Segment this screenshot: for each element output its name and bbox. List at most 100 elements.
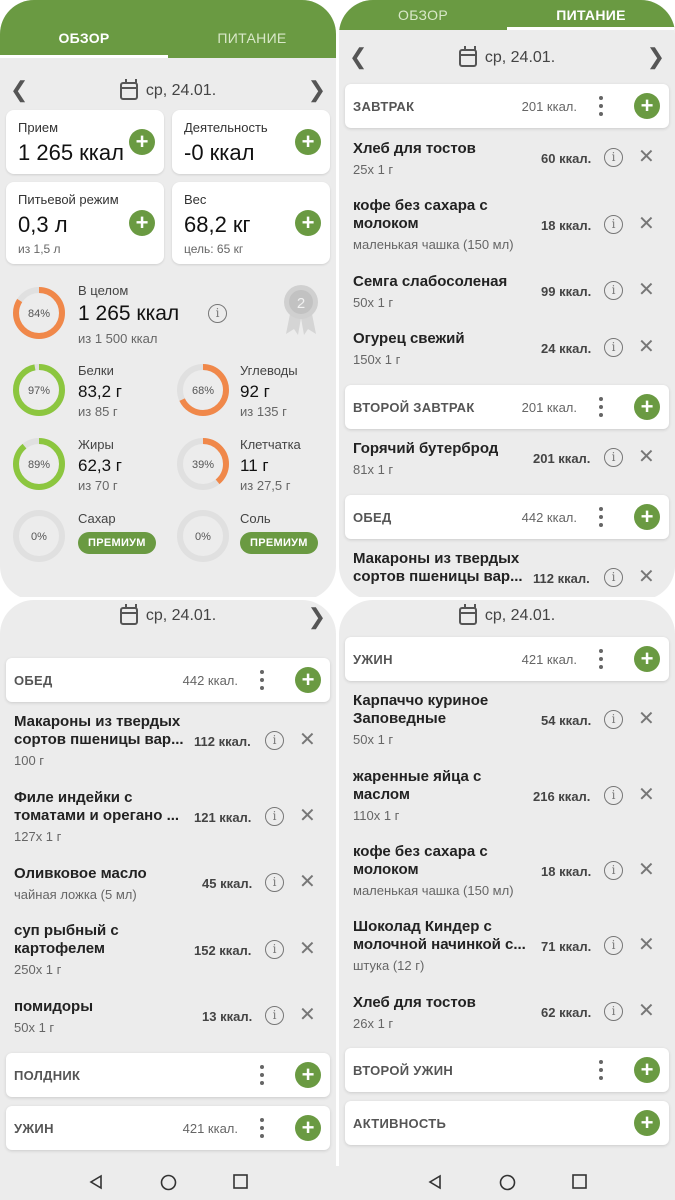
close-icon[interactable]: ✕ bbox=[638, 709, 655, 729]
more-options-icon[interactable] bbox=[599, 96, 603, 116]
recents-icon[interactable] bbox=[572, 1174, 587, 1194]
food-item[interactable]: Филе индейки с томатами и орегано ... 12… bbox=[14, 789, 322, 844]
meal-header-lunch[interactable]: ОБЕД 442 ккал. + bbox=[345, 495, 669, 539]
weight-card[interactable]: Вес 68,2 кг цель: 65 кг + bbox=[172, 182, 330, 264]
date-label[interactable]: ср, 24.01. bbox=[485, 49, 555, 67]
tab-nutrition[interactable]: ПИТАНИЕ bbox=[168, 30, 336, 46]
prev-day-arrow-icon[interactable]: ❮ bbox=[349, 46, 367, 68]
add-activity-button[interactable]: + bbox=[634, 1110, 660, 1136]
close-icon[interactable]: ✕ bbox=[638, 337, 655, 357]
next-day-arrow-icon[interactable]: ❯ bbox=[647, 46, 665, 68]
add-food-button[interactable]: + bbox=[295, 1115, 321, 1141]
food-item[interactable]: Семга слабосоленая 50x 1 г 99 ккал. i ✕ bbox=[353, 273, 661, 310]
meal-header-breakfast[interactable]: ЗАВТРАК 201 ккал. + bbox=[345, 84, 669, 128]
add-intake-button[interactable]: + bbox=[129, 129, 155, 155]
date-label[interactable]: ср, 24.01. bbox=[146, 607, 216, 625]
more-options-icon[interactable] bbox=[260, 1065, 264, 1085]
recents-icon[interactable] bbox=[233, 1174, 248, 1194]
food-item[interactable]: Хлеб для тостов 26x 1 г 62 ккал. i ✕ bbox=[353, 994, 661, 1031]
food-item[interactable]: Хлеб для тостов 25x 1 г 60 ккал. i ✕ bbox=[353, 140, 661, 177]
more-options-icon[interactable] bbox=[599, 649, 603, 669]
food-item[interactable]: Шоколад Киндер с молочной начинкой с... … bbox=[353, 918, 661, 973]
info-icon[interactable]: i bbox=[604, 1002, 623, 1021]
info-icon[interactable]: i bbox=[265, 1006, 284, 1025]
food-item[interactable]: суп рыбный с картофелем 250x 1 г 152 кка… bbox=[14, 922, 322, 977]
home-icon[interactable] bbox=[160, 1174, 177, 1196]
add-activity-button[interactable]: + bbox=[295, 129, 321, 155]
food-item[interactable]: Макароны из твердых сортов пшеницы вар..… bbox=[14, 713, 322, 768]
info-icon[interactable]: i bbox=[265, 731, 284, 750]
meal-header-dinner[interactable]: УЖИН 421 ккал. + bbox=[345, 637, 669, 681]
close-icon[interactable]: ✕ bbox=[299, 872, 316, 892]
food-item[interactable]: Огурец свежий 150x 1 г 24 ккал. i ✕ bbox=[353, 330, 661, 367]
meal-header-lunch[interactable]: ОБЕД 442 ккал. + bbox=[6, 658, 330, 702]
water-card[interactable]: Питьевой режим 0,3 л из 1,5 л + bbox=[6, 182, 164, 264]
food-item[interactable]: Горячий бутерброд 81x 1 г 201 ккал. i ✕ bbox=[353, 440, 661, 477]
add-food-button[interactable]: + bbox=[634, 93, 660, 119]
info-icon[interactable]: i bbox=[265, 940, 284, 959]
more-options-icon[interactable] bbox=[260, 1118, 264, 1138]
more-options-icon[interactable] bbox=[599, 1060, 603, 1080]
food-item[interactable]: помидоры 50x 1 г 13 ккал. i ✕ bbox=[14, 998, 322, 1035]
close-icon[interactable]: ✕ bbox=[638, 447, 655, 467]
back-icon[interactable] bbox=[427, 1174, 443, 1195]
close-icon[interactable]: ✕ bbox=[638, 214, 655, 234]
meal-header-second-dinner[interactable]: ВТОРОЙ УЖИН + bbox=[345, 1048, 669, 1092]
more-options-icon[interactable] bbox=[260, 670, 264, 690]
intake-card[interactable]: Прием 1 265 ккал + bbox=[6, 110, 164, 174]
info-icon[interactable]: i bbox=[604, 215, 623, 234]
medal-icon[interactable]: 2 bbox=[280, 284, 322, 336]
sugar-premium-button[interactable]: ПРЕМИУМ bbox=[78, 532, 156, 554]
add-weight-button[interactable]: + bbox=[295, 210, 321, 236]
meal-header-dinner[interactable]: УЖИН 421 ккал. + bbox=[6, 1106, 330, 1150]
next-day-arrow-icon[interactable]: ❯ bbox=[308, 606, 326, 628]
food-item[interactable]: Оливковое масло чайная ложка (5 мл) 45 к… bbox=[14, 865, 322, 902]
tab-nutrition[interactable]: ПИТАНИЕ bbox=[507, 7, 675, 23]
info-icon[interactable]: i bbox=[604, 861, 623, 880]
info-icon[interactable]: i bbox=[604, 786, 623, 805]
add-food-button[interactable]: + bbox=[634, 504, 660, 530]
info-icon[interactable]: i bbox=[604, 448, 623, 467]
info-icon[interactable]: i bbox=[208, 304, 227, 323]
info-icon[interactable]: i bbox=[265, 807, 284, 826]
close-icon[interactable]: ✕ bbox=[299, 939, 316, 959]
add-food-button[interactable]: + bbox=[295, 667, 321, 693]
meal-header-activity[interactable]: АКТИВНОСТЬ + bbox=[345, 1101, 669, 1145]
activity-card[interactable]: Деятельность -0 ккал + bbox=[172, 110, 330, 174]
back-icon[interactable] bbox=[88, 1174, 104, 1195]
add-water-button[interactable]: + bbox=[129, 210, 155, 236]
calendar-icon[interactable] bbox=[119, 79, 138, 100]
tab-overview[interactable]: ОБЗОР bbox=[339, 7, 507, 23]
more-options-icon[interactable] bbox=[599, 507, 603, 527]
next-day-arrow-icon[interactable]: ❯ bbox=[308, 79, 326, 101]
meal-header-snack[interactable]: ПОЛДНИК + bbox=[6, 1053, 330, 1097]
tab-overview[interactable]: ОБЗОР bbox=[0, 30, 168, 46]
close-icon[interactable]: ✕ bbox=[638, 567, 655, 587]
close-icon[interactable]: ✕ bbox=[638, 935, 655, 955]
close-icon[interactable]: ✕ bbox=[638, 147, 655, 167]
info-icon[interactable]: i bbox=[604, 568, 623, 587]
meal-header-second-breakfast[interactable]: ВТОРОЙ ЗАВТРАК 201 ккал. + bbox=[345, 385, 669, 429]
add-food-button[interactable]: + bbox=[295, 1062, 321, 1088]
date-label[interactable]: ср, 24.01. bbox=[485, 607, 555, 625]
close-icon[interactable]: ✕ bbox=[638, 860, 655, 880]
close-icon[interactable]: ✕ bbox=[299, 1005, 316, 1025]
more-options-icon[interactable] bbox=[599, 397, 603, 417]
close-icon[interactable]: ✕ bbox=[638, 280, 655, 300]
close-icon[interactable]: ✕ bbox=[638, 1001, 655, 1021]
food-item[interactable]: кофе без сахара с молоком маленькая чашк… bbox=[353, 843, 661, 898]
info-icon[interactable]: i bbox=[604, 338, 623, 357]
salt-premium-button[interactable]: ПРЕМИУМ bbox=[240, 532, 318, 554]
info-icon[interactable]: i bbox=[604, 148, 623, 167]
add-food-button[interactable]: + bbox=[634, 1057, 660, 1083]
close-icon[interactable]: ✕ bbox=[638, 785, 655, 805]
food-item[interactable]: Макароны из твердых сортов пшеницы вар..… bbox=[353, 550, 661, 587]
info-icon[interactable]: i bbox=[604, 710, 623, 729]
info-icon[interactable]: i bbox=[604, 936, 623, 955]
food-item[interactable]: кофе без сахара с молоком маленькая чашк… bbox=[353, 197, 661, 252]
food-item[interactable]: жаренные яйца с маслом 110x 1 г 216 ккал… bbox=[353, 768, 661, 823]
add-food-button[interactable]: + bbox=[634, 394, 660, 420]
info-icon[interactable]: i bbox=[265, 873, 284, 892]
add-food-button[interactable]: + bbox=[634, 646, 660, 672]
calendar-icon[interactable] bbox=[458, 46, 477, 67]
